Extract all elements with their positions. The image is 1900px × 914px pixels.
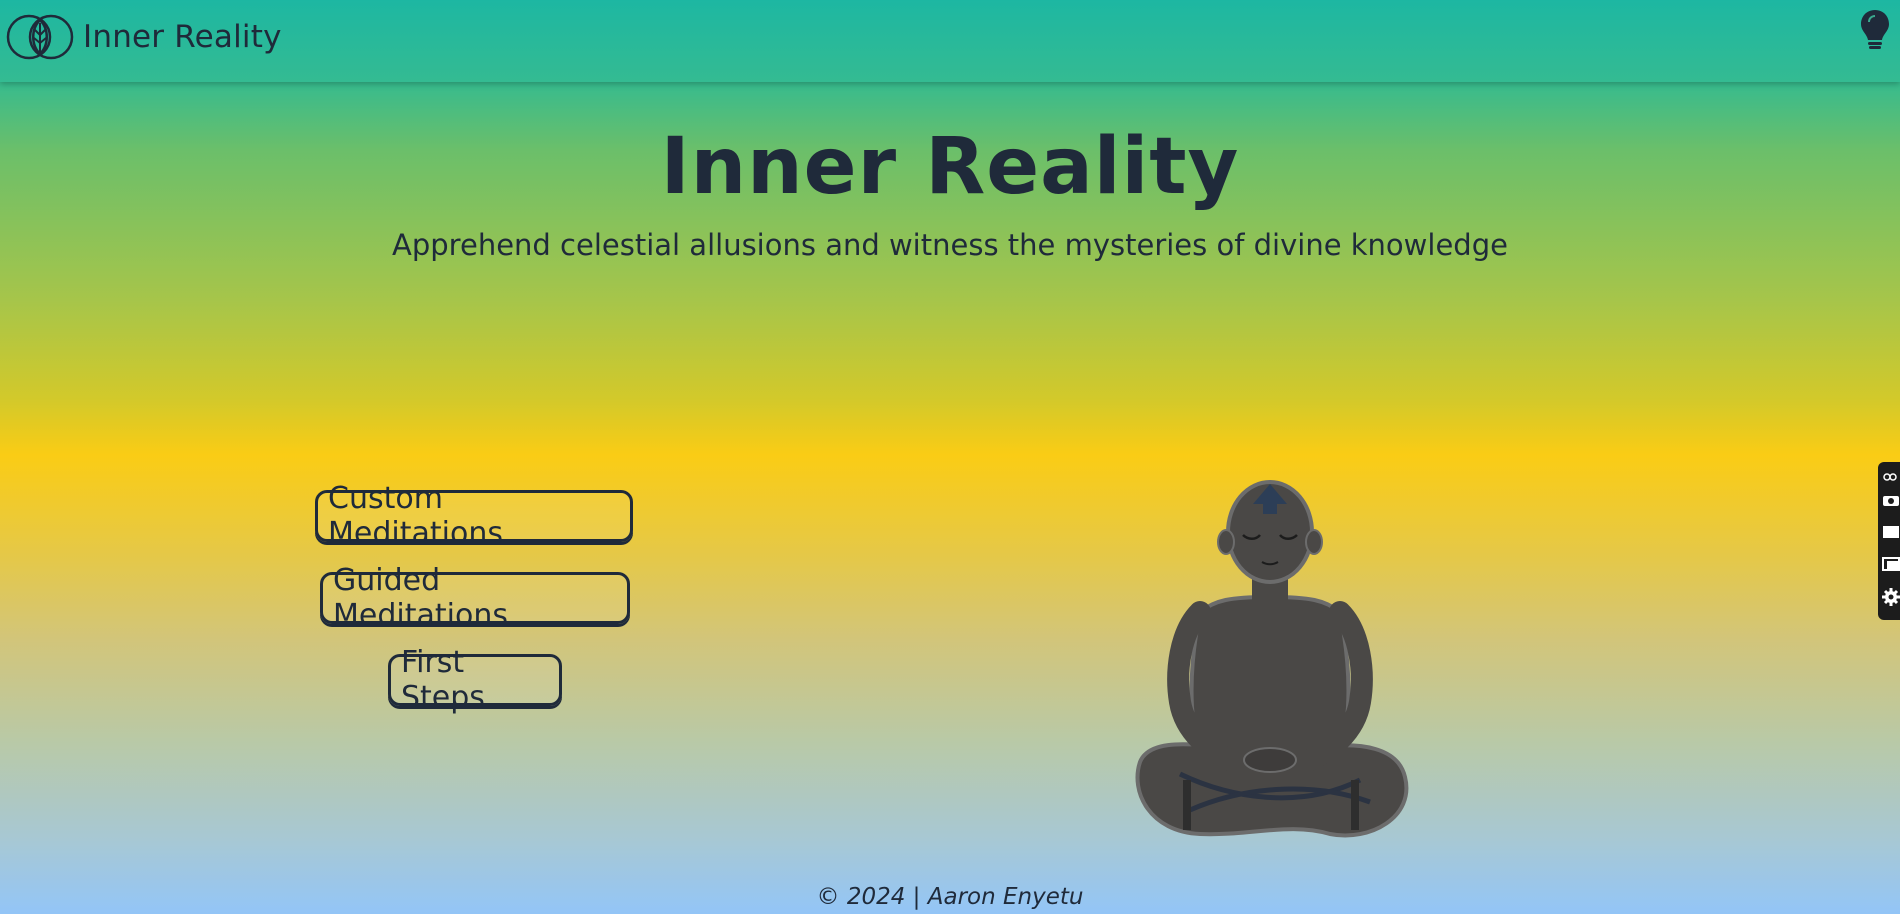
page-title: Inner Reality: [660, 122, 1240, 212]
lightbulb-icon: [1861, 10, 1889, 49]
custom-meditations-button[interactable]: Custom Meditations: [315, 481, 633, 551]
meditating-figure-image: [1120, 462, 1420, 846]
theme-toggle-button[interactable]: [1860, 8, 1890, 56]
footer-copyright: © 2024 | Aaron Enyetu: [816, 884, 1084, 910]
brand-title: Inner Reality: [83, 19, 282, 55]
settings-gear-icon[interactable]: [1882, 588, 1900, 606]
brand-link[interactable]: Inner Reality: [5, 13, 282, 61]
link-tool-icon[interactable]: [1882, 468, 1900, 482]
guided-meditations-button[interactable]: Guided Meditations: [320, 563, 630, 633]
camera-icon[interactable]: [1882, 492, 1900, 506]
window-icon[interactable]: [1882, 556, 1900, 571]
first-steps-button[interactable]: First Steps: [388, 645, 562, 715]
top-navbar: Inner Reality: [0, 0, 1900, 82]
rectangle-icon[interactable]: [1882, 524, 1900, 538]
leaf-logo-icon: [6, 14, 74, 60]
page-subtitle: Apprehend celestial allusions and witnes…: [392, 228, 1508, 262]
floating-toolbar: [1878, 462, 1900, 620]
